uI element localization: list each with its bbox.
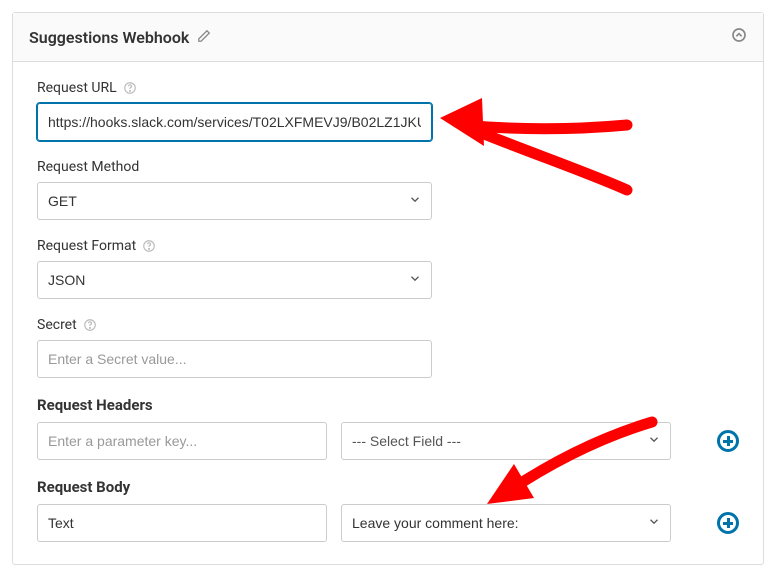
help-icon[interactable]: [142, 239, 156, 253]
help-icon[interactable]: [83, 318, 97, 332]
secret-group: Secret: [37, 317, 739, 378]
add-body-button[interactable]: [717, 512, 739, 534]
request-format-label: Request Format: [37, 238, 136, 254]
add-header-button[interactable]: [717, 430, 739, 452]
request-body-section: Request Body Leave your comment here:: [37, 478, 739, 542]
panel-title: Suggestions Webhook: [29, 28, 189, 47]
header-field-select[interactable]: --- Select Field ---: [341, 422, 671, 460]
body-field-select[interactable]: Leave your comment here:: [341, 504, 671, 542]
request-body-label: Request Body: [37, 478, 739, 496]
request-url-group: Request URL: [37, 80, 739, 141]
request-method-select[interactable]: GET: [37, 182, 432, 220]
request-method-label: Request Method: [37, 159, 139, 175]
request-format-group: Request Format JSON: [37, 238, 739, 299]
pencil-icon[interactable]: [197, 28, 211, 47]
header-key-input[interactable]: [37, 422, 327, 460]
help-icon[interactable]: [123, 81, 137, 95]
body-key-input[interactable]: [37, 504, 327, 542]
request-url-input[interactable]: [37, 103, 432, 141]
webhook-panel: Suggestions Webhook Request URL: [12, 12, 764, 565]
collapse-icon[interactable]: [731, 27, 747, 47]
request-method-group: Request Method GET: [37, 159, 739, 220]
panel-header: Suggestions Webhook: [13, 13, 763, 62]
request-headers-section: Request Headers --- Select Field ---: [37, 396, 739, 460]
request-format-select[interactable]: JSON: [37, 261, 432, 299]
request-url-label: Request URL: [37, 80, 117, 96]
secret-input[interactable]: [37, 340, 432, 378]
secret-label: Secret: [37, 317, 77, 333]
request-headers-label: Request Headers: [37, 396, 739, 414]
